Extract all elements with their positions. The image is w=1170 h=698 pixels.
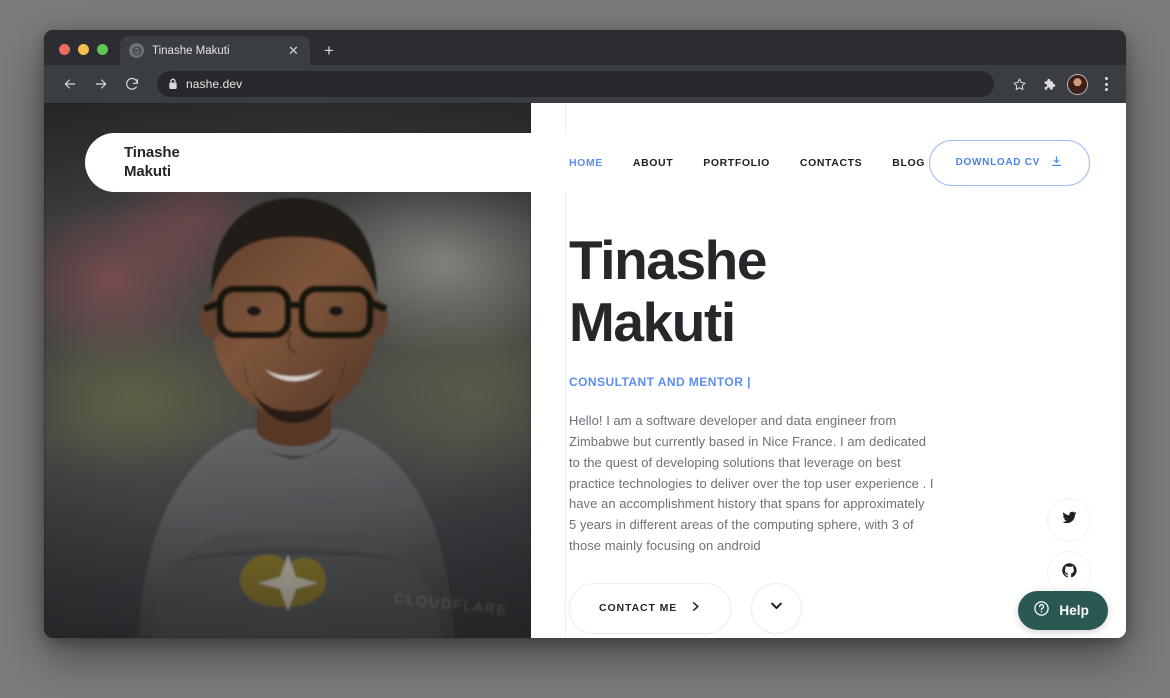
scroll-down-button[interactable]	[751, 582, 803, 634]
tab-title: Tinashe Makuti	[152, 44, 230, 57]
social-link-github[interactable]	[1047, 551, 1091, 595]
nav-item-about[interactable]: ABOUT	[633, 157, 673, 169]
chevron-down-icon	[769, 598, 784, 618]
page-viewport: CLOUDFLARE Tinashe Makuti HOME ABOUT POR…	[44, 103, 1126, 638]
logo-text: Tinashe Makuti	[124, 144, 180, 181]
nav-links: HOME ABOUT PORTFOLIO CONTACTS BLOG	[569, 157, 925, 169]
download-icon	[1050, 155, 1063, 171]
lock-icon	[168, 78, 178, 90]
avatar	[1068, 74, 1087, 94]
site-navigation: HOME ABOUT PORTFOLIO CONTACTS BLOG DOWNL…	[531, 133, 1126, 192]
nav-item-portfolio[interactable]: PORTFOLIO	[703, 157, 770, 169]
browser-tab-strip: Tinashe Makuti ✕ +	[44, 30, 1126, 65]
menu-kebab-icon[interactable]	[1096, 77, 1116, 91]
contact-me-button[interactable]: CONTACT ME	[569, 582, 732, 634]
help-widget-button[interactable]: Help	[1018, 591, 1108, 630]
profile-avatar-icon[interactable]	[1067, 73, 1088, 95]
github-icon	[1061, 562, 1078, 584]
bookmark-star-icon[interactable]	[1006, 71, 1032, 97]
help-label: Help	[1059, 603, 1089, 618]
address-bar[interactable]: nashe.dev	[157, 71, 994, 97]
url-text: nashe.dev	[186, 77, 243, 91]
logo-line-2: Makuti	[124, 162, 171, 180]
browser-toolbar: nashe.dev	[44, 65, 1126, 103]
hero-paragraph: Hello! I am a software developer and dat…	[569, 413, 934, 554]
download-cv-button[interactable]: DOWNLOAD CV	[928, 139, 1090, 186]
chevron-right-icon	[690, 601, 701, 615]
hero-content: Tinashe Makuti CONSULTANT AND MENTOR | H…	[531, 192, 1126, 638]
window-controls	[44, 44, 120, 65]
globe-icon	[129, 43, 144, 58]
page-title: Tinashe Makuti	[569, 229, 1126, 353]
nav-item-contacts[interactable]: CONTACTS	[800, 157, 862, 169]
social-link-twitter[interactable]	[1047, 498, 1091, 542]
browser-tab[interactable]: Tinashe Makuti ✕	[120, 36, 310, 65]
contact-me-label: CONTACT ME	[599, 602, 678, 615]
minimize-window-button[interactable]	[78, 44, 89, 55]
logo-line-1: Tinashe	[124, 144, 180, 162]
new-tab-button[interactable]: +	[316, 37, 342, 63]
download-cv-label: DOWNLOAD CV	[955, 157, 1040, 168]
hero-title-line-2: Makuti	[569, 291, 736, 354]
reload-icon[interactable]	[118, 70, 146, 98]
nav-item-blog[interactable]: BLOG	[892, 157, 925, 169]
forward-icon[interactable]	[87, 70, 115, 98]
extensions-puzzle-icon[interactable]	[1035, 71, 1061, 97]
question-circle-icon	[1033, 600, 1050, 622]
social-links	[1047, 498, 1091, 595]
hero-title-line-1: Tinashe	[569, 229, 767, 291]
twitter-icon	[1061, 509, 1078, 531]
browser-window: Tinashe Makuti ✕ + nashe.dev Tinashe Mak…	[44, 30, 1126, 638]
back-icon[interactable]	[56, 70, 84, 98]
maximize-window-button[interactable]	[97, 44, 108, 55]
close-window-button[interactable]	[59, 44, 70, 55]
hero-subtitle: CONSULTANT AND MENTOR |	[569, 375, 751, 390]
nav-item-home[interactable]: HOME	[569, 157, 603, 169]
close-icon[interactable]: ✕	[286, 43, 301, 58]
